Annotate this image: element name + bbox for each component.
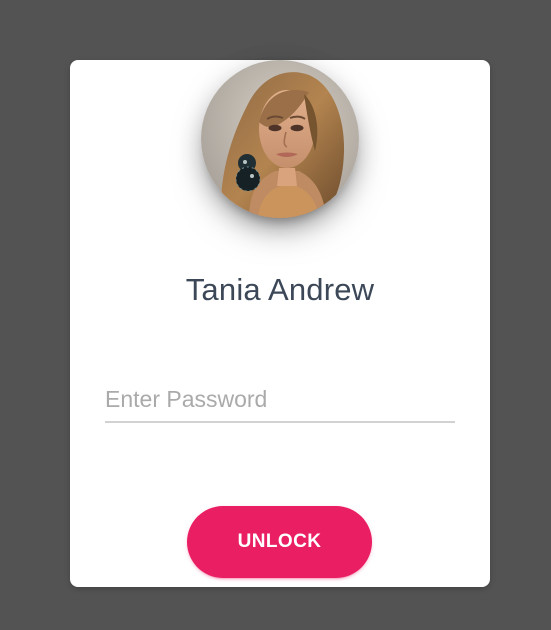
password-input[interactable] [105,377,455,423]
user-avatar [201,60,359,218]
user-avatar-image [201,60,359,218]
user-name: Tania Andrew [185,272,375,307]
password-field-group [105,377,455,423]
unlock-button[interactable]: UNLOCK [187,506,372,578]
lock-screen-card: Tania Andrew UNLOCK [70,60,490,587]
